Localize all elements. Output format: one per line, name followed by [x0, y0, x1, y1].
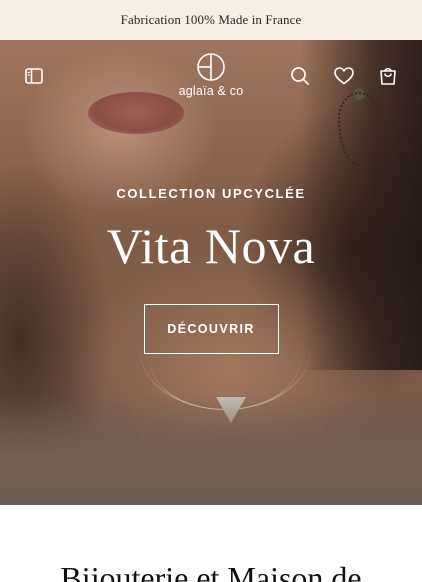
sidebar-panel-icon[interactable] [23, 65, 45, 87]
shopping-bag-icon[interactable] [377, 65, 399, 87]
hero-content: COLLECTION UPCYCLÉE Vita Nova DÉCOUVRIR [0, 186, 422, 354]
announcement-text: Fabrication 100% Made in France [120, 12, 302, 27]
brand-logo[interactable]: aglaïa & co [170, 52, 252, 104]
hero-eyebrow: COLLECTION UPCYCLÉE [116, 186, 306, 201]
search-icon[interactable] [289, 65, 311, 87]
hero-title: Vita Nova [106, 218, 316, 274]
heart-icon[interactable] [333, 65, 355, 87]
discover-button[interactable]: DÉCOUVRIR [143, 304, 279, 354]
announcement-bar: Fabrication 100% Made in France [0, 0, 422, 40]
section-heading: Bijouterie et Maison de [60, 560, 362, 582]
site-header: aglaïa & co [0, 40, 422, 112]
logo-monogram-icon [197, 53, 225, 81]
logo-text: aglaïa & co [178, 84, 244, 98]
